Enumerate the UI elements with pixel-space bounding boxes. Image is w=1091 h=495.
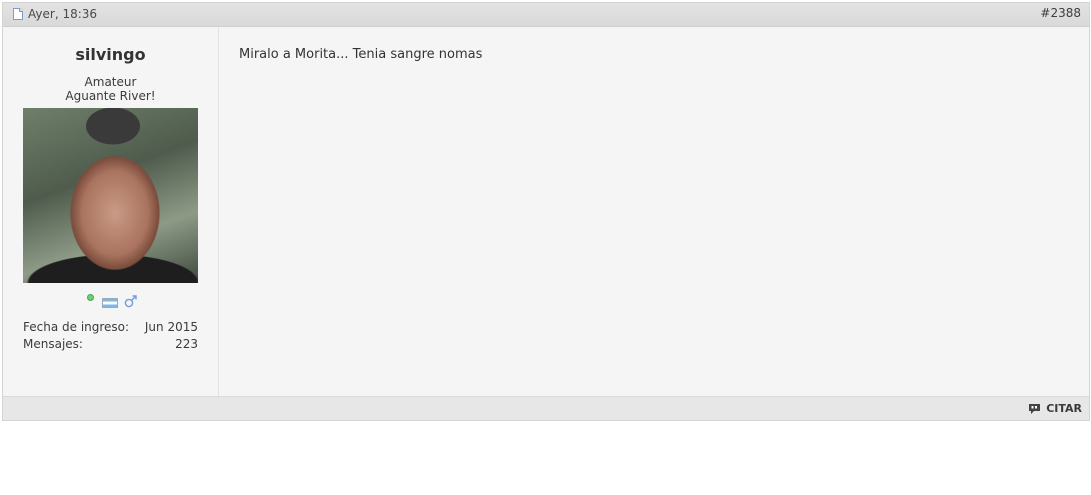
stat-posts: Mensajes: 223 [23, 336, 198, 353]
forum-post: Ayer, 18:36 #2388 silvingo Amateur Aguan… [2, 2, 1090, 421]
document-icon [13, 8, 23, 20]
post-date: Ayer, 18:36 [28, 7, 98, 21]
post-number-link[interactable]: #2388 [1040, 6, 1081, 20]
avatar[interactable] [23, 108, 198, 283]
stat-label: Fecha de ingreso: [23, 320, 130, 334]
user-info-panel: silvingo Amateur Aguante River! Fecha de… [3, 27, 219, 397]
post-message: Miralo a Morita... Tenia sangre nomas [239, 47, 483, 62]
post-footer: CITAR [3, 396, 1089, 420]
quote-button[interactable]: CITAR [1028, 402, 1082, 415]
male-gender-icon [124, 295, 137, 308]
stat-value: 223 [175, 337, 198, 351]
user-custom-title: Aguante River! [65, 89, 156, 103]
post-header: Ayer, 18:36 #2388 [3, 3, 1089, 27]
argentina-flag-icon [102, 298, 118, 308]
username-link[interactable]: silvingo [3, 45, 218, 64]
user-status-icons [86, 291, 146, 308]
user-rank: Amateur [84, 75, 137, 89]
quote-label: CITAR [1046, 402, 1082, 415]
quote-icon [1029, 403, 1041, 414]
stat-label: Mensajes: [23, 337, 83, 351]
user-title: Amateur Aguante River! [3, 75, 218, 103]
stat-value: Jun 2015 [144, 320, 198, 334]
online-status-icon [87, 294, 94, 301]
user-stats: Fecha de ingreso: Jun 2015 Mensajes: 223 [23, 319, 198, 353]
stat-join-date: Fecha de ingreso: Jun 2015 [23, 319, 198, 336]
